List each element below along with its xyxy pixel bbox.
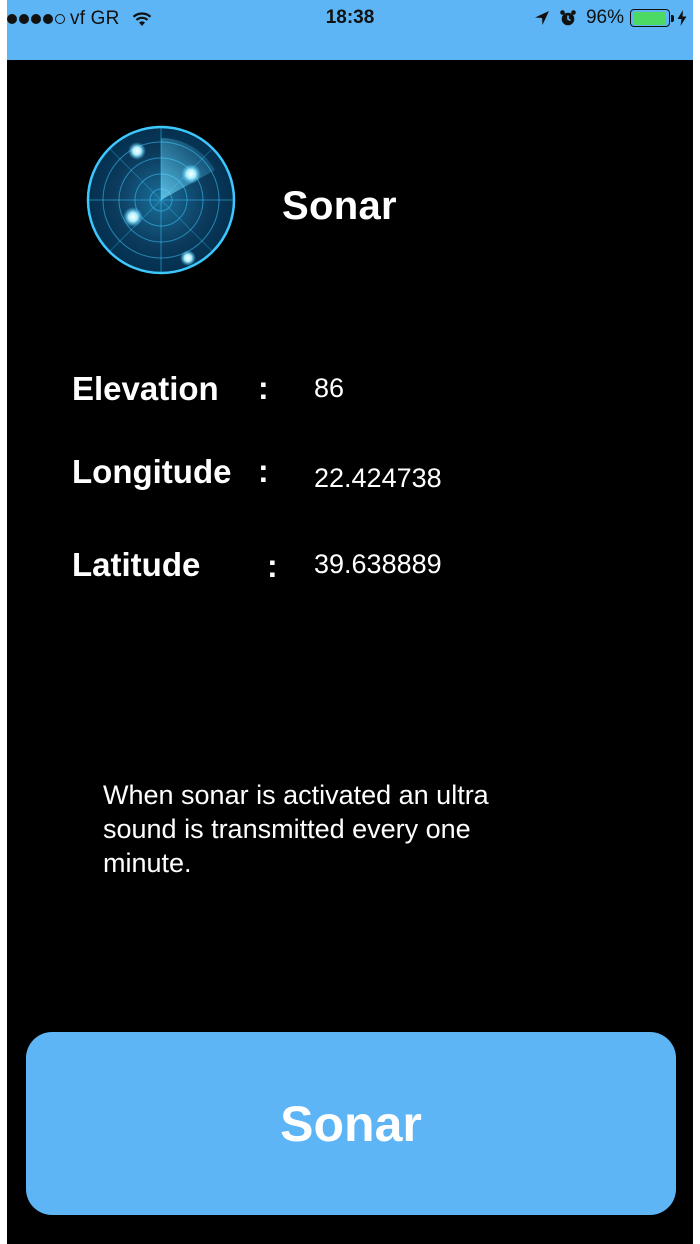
charging-bolt-icon (677, 10, 687, 26)
status-right: 96% (534, 6, 687, 30)
latitude-separator: : (267, 548, 278, 584)
page-title: Sonar (282, 184, 397, 228)
battery-tip (671, 14, 674, 22)
elevation-value: 86 (314, 373, 345, 403)
status-bar: vf GR 18:38 96% (7, 0, 693, 60)
longitude-label: Longitude (72, 453, 232, 490)
radar-icon (86, 125, 236, 275)
alarm-icon (560, 10, 576, 26)
sonar-button[interactable]: Sonar (26, 1032, 676, 1215)
elevation-label: Elevation (72, 370, 219, 407)
longitude-separator: : (258, 453, 269, 489)
location-arrow-icon (534, 11, 549, 25)
battery-icon (630, 9, 670, 27)
latitude-value: 39.638889 (314, 549, 442, 579)
app-screen: vf GR 18:38 96% Sonar Elevation: 86 Lon… (7, 0, 693, 1244)
elevation-separator: : (258, 370, 269, 406)
battery-fill (632, 11, 667, 25)
latitude-label: Latitude (72, 546, 201, 583)
battery-percent: 96% (585, 7, 624, 28)
longitude-value: 22.424738 (314, 463, 442, 493)
sonar-description: When sonar is activated an ultra sound i… (103, 780, 489, 878)
